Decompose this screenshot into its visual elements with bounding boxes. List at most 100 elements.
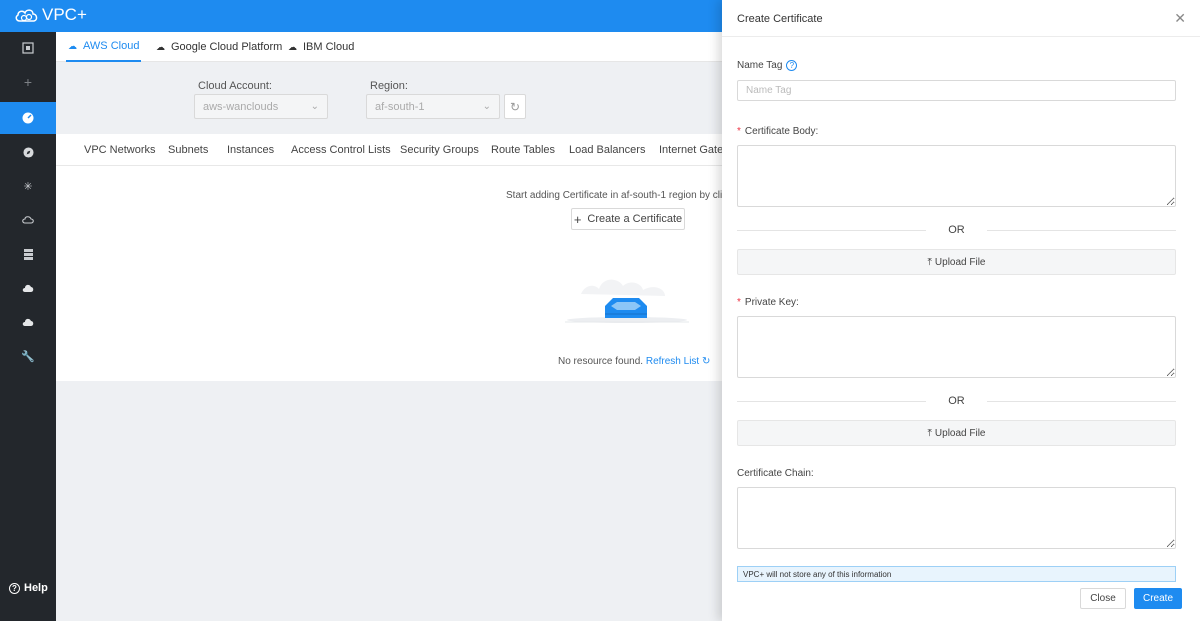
- chevron-down-icon: ⌄: [310, 101, 319, 112]
- refresh-list-label: Refresh List: [645, 356, 700, 367]
- sidebar-item-compass[interactable]: [0, 136, 56, 168]
- tab-ibm-cloud[interactable]: ☁ IBM Cloud: [288, 32, 354, 62]
- certificate-chain-label: Certificate Chain:: [737, 468, 814, 479]
- divider-line: [737, 229, 927, 231]
- network-icon: ✳: [23, 180, 33, 193]
- question-circle-icon[interactable]: ?: [786, 60, 798, 71]
- create-button[interactable]: Create: [1134, 588, 1182, 609]
- drawer-header: Create Certificate ✕: [722, 0, 1200, 37]
- tab-load-balancers[interactable]: Load Balancers: [569, 144, 645, 156]
- upload-certificate-body-button[interactable]: ⤒ Upload File: [737, 249, 1176, 275]
- upload-icon: ⤒: [927, 427, 932, 439]
- upload-label: Upload File: [934, 427, 986, 439]
- private-key-textarea[interactable]: [737, 316, 1176, 378]
- name-tag-label-text: Name Tag: [737, 60, 783, 71]
- private-key-label: * Private Key:: [737, 297, 799, 308]
- create-certificate-drawer: Create Certificate ✕ Name Tag ? * Certif…: [722, 0, 1200, 621]
- name-tag-input[interactable]: [737, 80, 1176, 101]
- cloud-account-value: aws-wanclouds: [203, 101, 279, 113]
- tab-security-groups[interactable]: Security Groups: [400, 144, 479, 156]
- plus-icon: +: [23, 74, 33, 90]
- wrench-icon: 🔧: [21, 350, 35, 363]
- close-button[interactable]: Close: [1080, 588, 1126, 609]
- or-divider: OR: [737, 223, 1176, 237]
- resource-tabs: VPC Networks Subnets Instances Access Co…: [56, 134, 722, 166]
- sidebar-item-dashboard[interactable]: [0, 32, 56, 64]
- info-banner: VPC+ will not store any of this informat…: [737, 566, 1176, 582]
- chevron-down-icon: ⌄: [482, 101, 491, 112]
- refresh-region-button[interactable]: ↻: [504, 94, 526, 119]
- cloud-sync-icon: [22, 216, 34, 224]
- tab-subnets[interactable]: Subnets: [168, 144, 208, 156]
- tab-vpc-networks[interactable]: VPC Networks: [84, 144, 156, 156]
- region-label: Region:: [370, 80, 408, 92]
- filters: Cloud Account: aws-wanclouds ⌄ Region: a…: [56, 62, 722, 134]
- storage-icon: [23, 248, 33, 260]
- sidebar-item-speed[interactable]: [0, 102, 56, 134]
- refresh-list-link[interactable]: Refresh List ↻: [646, 356, 711, 367]
- tab-instances[interactable]: Instances: [227, 144, 274, 156]
- help-link[interactable]: ? Help: [9, 582, 48, 594]
- upload-icon: ⤒: [927, 256, 932, 268]
- tab-google-cloud-platform[interactable]: ☁ Google Cloud Platform: [156, 32, 282, 62]
- certificate-body-label-text: Certificate Body:: [744, 126, 819, 137]
- region-select[interactable]: af-south-1 ⌄: [366, 94, 500, 119]
- empty-hint: Start adding Certificate in af-south-1 r…: [506, 190, 746, 201]
- empty-state-illustration: [565, 279, 689, 323]
- no-resource-text: No resource found.: [558, 356, 644, 367]
- cloud-tabs: ☁ AWS Cloud ☁ Google Cloud Platform ☁ IB…: [56, 32, 722, 62]
- or-text: OR: [948, 395, 965, 407]
- sidebar-item-cloud-sync[interactable]: [0, 204, 56, 236]
- refresh-icon: ↻: [701, 356, 711, 367]
- sidebar-item-add[interactable]: +: [0, 66, 56, 98]
- create-certificate-label: Create a Certificate: [587, 213, 683, 225]
- cloud-icon: ☁: [288, 41, 297, 52]
- question-circle-icon: ?: [9, 582, 20, 594]
- compass-icon: [22, 146, 34, 158]
- certificate-body-label: * Certificate Body:: [737, 126, 818, 137]
- cloud-icon: [22, 284, 34, 292]
- private-key-label-text: Private Key:: [744, 297, 799, 308]
- help-label: Help: [24, 582, 48, 594]
- cloud-icon: ☁: [68, 40, 77, 51]
- tab-aws-cloud[interactable]: ☁ AWS Cloud: [66, 32, 142, 62]
- certificate-chain-textarea[interactable]: [737, 487, 1176, 549]
- tab-internet-gateways[interactable]: Internet Gatewa: [659, 144, 722, 156]
- cloud-logo-icon: [15, 9, 38, 22]
- region-value: af-south-1: [375, 101, 425, 113]
- cloud-account-select[interactable]: aws-wanclouds ⌄: [194, 94, 328, 119]
- required-marker: *: [737, 297, 741, 308]
- sidebar: + ✳ 🔧 ? Help: [0, 32, 56, 621]
- drawer-title: Create Certificate: [737, 13, 823, 25]
- divider-line: [737, 400, 927, 402]
- app-logo[interactable]: VPC+: [14, 5, 87, 25]
- dashboard-icon: [22, 42, 34, 54]
- sidebar-item-cloud-1[interactable]: [0, 272, 56, 304]
- upload-label: Upload File: [934, 256, 986, 268]
- sidebar-item-storage[interactable]: [0, 238, 56, 270]
- tab-label: AWS Cloud: [83, 40, 140, 52]
- app-title: VPC+: [42, 5, 87, 24]
- speed-icon: [22, 112, 34, 124]
- sidebar-item-tools[interactable]: 🔧: [0, 340, 56, 372]
- cloud-icon: [22, 318, 34, 326]
- tab-access-control-lists[interactable]: Access Control Lists: [291, 144, 391, 156]
- upload-private-key-button[interactable]: ⤒ Upload File: [737, 420, 1176, 446]
- plus-icon: +: [573, 211, 582, 227]
- refresh-icon: ↻: [509, 99, 521, 114]
- or-divider: OR: [737, 394, 1176, 408]
- or-text: OR: [948, 224, 965, 236]
- create-certificate-button[interactable]: + Create a Certificate: [571, 208, 685, 230]
- close-icon[interactable]: ✕: [1174, 10, 1186, 27]
- cloud-icon: ☁: [156, 41, 165, 52]
- name-tag-label: Name Tag ?: [737, 60, 798, 71]
- tab-route-tables[interactable]: Route Tables: [491, 144, 555, 156]
- top-bar: VPC+: [0, 0, 722, 32]
- certificate-body-textarea[interactable]: [737, 145, 1176, 207]
- certificate-chain-label-text: Certificate Chain:: [737, 468, 814, 479]
- main-area: ☁ AWS Cloud ☁ Google Cloud Platform ☁ IB…: [56, 32, 746, 621]
- sidebar-item-network[interactable]: ✳: [0, 170, 56, 202]
- content-panel: VPC Networks Subnets Instances Access Co…: [56, 134, 746, 381]
- tab-label: IBM Cloud: [303, 41, 355, 53]
- sidebar-item-cloud-2[interactable]: [0, 306, 56, 338]
